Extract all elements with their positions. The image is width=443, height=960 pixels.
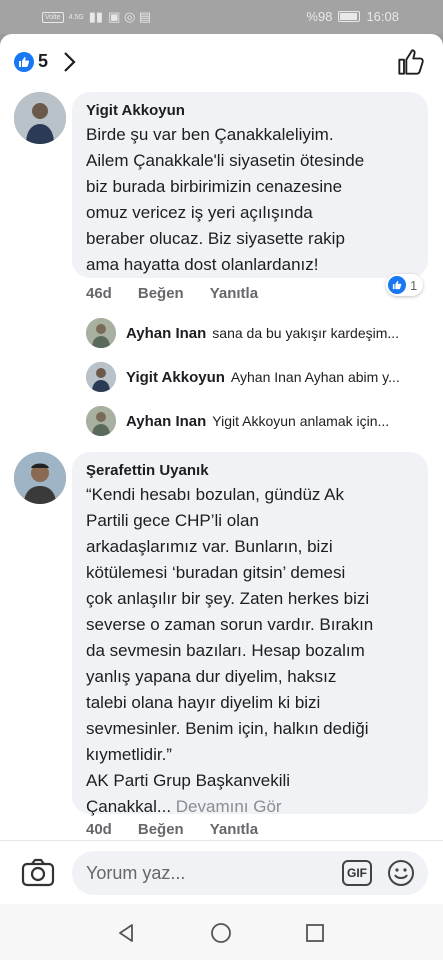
chevron-right-icon[interactable] <box>60 49 80 75</box>
reply-text: Yigit Akkoyun anlamak için... <box>212 413 390 429</box>
like-comment-button[interactable]: Beğen <box>138 821 184 838</box>
gif-button[interactable]: GIF <box>342 860 372 886</box>
camera-icon[interactable] <box>20 857 56 889</box>
reply-author[interactable]: Yigit Akkoyun <box>126 369 225 386</box>
thumbs-up-icon <box>388 276 406 294</box>
volte-indicator: Volte <box>42 11 64 23</box>
comment-text: “Kendi hesabı bozulan, gündüz Ak Partili… <box>86 485 374 816</box>
like-post-button[interactable] <box>397 48 425 76</box>
comment-author[interactable]: Şerafettin Uyanık <box>86 462 209 479</box>
comment-actions: 46d Beğen Yanıtla <box>86 285 284 302</box>
reply-button[interactable]: Yanıtla <box>210 821 258 838</box>
reply-author[interactable]: Ayhan Inan <box>126 413 206 430</box>
status-bar: Volte 4.5G ▮▮ ▣ ◎ ▤ %98 16:08 <box>0 0 443 34</box>
like-comment-button[interactable]: Beğen <box>138 285 184 302</box>
thumbs-up-icon[interactable] <box>14 52 34 72</box>
avatar[interactable] <box>14 452 66 504</box>
avatar[interactable] <box>86 318 116 348</box>
comment-actions: 40d Beğen Yanıtla <box>86 821 284 838</box>
notification-icons: ▣ ◎ ▤ <box>108 9 152 24</box>
comment-bubble: Yigit Akkoyun Birde şu var ben Çanakkale… <box>72 92 428 278</box>
network-type: 4.5G <box>68 13 84 21</box>
home-icon[interactable] <box>210 922 232 944</box>
comments-header: 5 <box>0 34 443 90</box>
battery-icon <box>338 11 361 22</box>
comment-time: 46d <box>86 285 112 302</box>
comment-time: 40d <box>86 821 112 838</box>
clock: 16:08 <box>366 9 399 24</box>
comment-composer: Yorum yaz... GIF <box>0 840 443 904</box>
comment-placeholder: Yorum yaz... <box>86 863 186 883</box>
back-icon[interactable] <box>115 922 137 944</box>
comment-author[interactable]: Yigit Akkoyun <box>86 102 185 119</box>
reaction-count[interactable]: 5 <box>38 51 48 72</box>
reply-text: sana da bu yakışır kardeşim... <box>212 325 400 341</box>
recents-icon[interactable] <box>304 922 326 944</box>
comment-bubble: Şerafettin Uyanık “Kendi hesabı bozulan,… <box>72 452 428 816</box>
comments-sheet: 5 Yigit Akkoyun Birde şu var ben Çanakka… <box>0 34 443 960</box>
reply-item[interactable]: Ayhan Inan Yigit Akkoyun anlamak için... <box>86 406 428 436</box>
comment-input[interactable]: Yorum yaz... GIF <box>72 851 428 895</box>
reply-author[interactable]: Ayhan Inan <box>126 325 206 342</box>
avatar[interactable] <box>86 406 116 436</box>
avatar[interactable] <box>86 362 116 392</box>
comment-text: Birde şu var ben Çanakkaleliyim. Ailem Ç… <box>86 125 365 274</box>
reply-text: Ayhan Inan Ayhan abim y... <box>230 369 400 385</box>
reply-item[interactable]: Ayhan Inan sana da bu yakışır kardeşim..… <box>86 318 428 348</box>
reply-item[interactable]: Yigit Akkoyun Ayhan Inan Ayhan abim y... <box>86 362 428 392</box>
see-more-link[interactable]: Devamını Gör <box>176 797 282 816</box>
emoji-icon[interactable] <box>386 858 416 888</box>
reply-button[interactable]: Yanıtla <box>210 285 258 302</box>
truncated-text: Çanakkal... <box>86 797 172 816</box>
battery-percent: %98 <box>306 9 333 24</box>
reaction-count: 1 <box>410 277 418 293</box>
signal-icon: ▮▮ <box>88 9 104 24</box>
avatar[interactable] <box>14 92 66 144</box>
comment-reactions[interactable]: 1 <box>386 274 424 296</box>
system-nav-bar <box>0 904 443 960</box>
